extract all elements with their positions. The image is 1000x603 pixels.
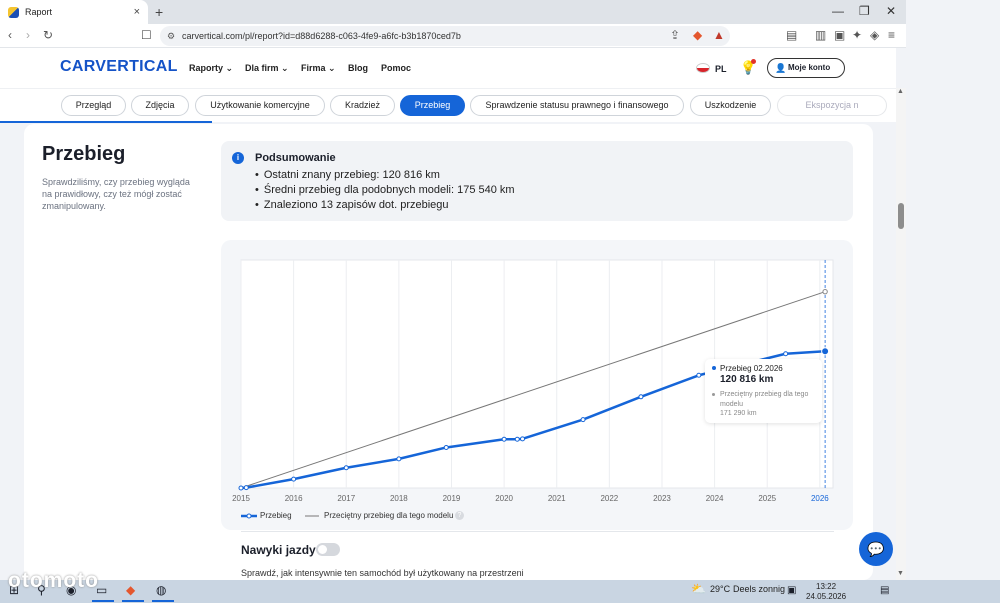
sidebar-icon[interactable]: ▥ <box>815 28 826 42</box>
user-icon: 👤 <box>775 63 787 73</box>
minimize-icon[interactable]: — <box>832 4 844 18</box>
back-icon[interactable]: ‹ <box>8 28 12 42</box>
summary-list: Ostatni znany przebieg: 120 816 km Średn… <box>255 168 515 213</box>
language-selector[interactable]: PL <box>715 64 727 74</box>
page-scrollbar[interactable]: ▲ ▼ <box>896 88 906 580</box>
section-description: Sprawdziliśmy, czy przebieg wygląda na p… <box>42 177 190 211</box>
wallet-icon[interactable]: ▣ <box>834 28 845 42</box>
tooltip-average-value: 171 290 km <box>720 410 757 417</box>
account-button[interactable]: 👤 Moje konto <box>767 58 845 78</box>
poland-flag-icon[interactable] <box>696 63 710 73</box>
tab-uszkodzenie[interactable]: Uszkodzenie <box>690 95 771 116</box>
reader-icon[interactable]: ▤ <box>786 28 797 42</box>
reading-progress-bar <box>0 121 212 123</box>
bookmark-icon[interactable]: ☐ <box>141 28 152 42</box>
menu-icon[interactable]: ≡ <box>888 28 895 42</box>
active-app-indicator <box>152 600 174 602</box>
driving-habits-toggle[interactable] <box>316 543 340 556</box>
tab-status-prawny[interactable]: Sprawdzenie statusu prawnego i finansowe… <box>470 95 684 116</box>
nav-pomoc[interactable]: Pomoc <box>381 63 411 73</box>
tooltip-average-dot <box>712 393 715 396</box>
brave-rewards-icon[interactable]: ▲ <box>713 28 725 42</box>
tooltip-date: Przebieg 02.2026 <box>720 364 783 373</box>
brave-shield-icon[interactable]: ◆ <box>693 28 702 42</box>
info-icon: i <box>232 152 244 164</box>
new-tab-button[interactable]: + <box>155 4 163 20</box>
otomoto-watermark: otomoto <box>8 569 99 592</box>
tooltip-mileage-dot <box>712 366 716 370</box>
carvertical-logo[interactable]: CARVERTICAL <box>60 58 178 76</box>
tab-ekspozycja[interactable]: Ekspozycja n <box>777 95 887 116</box>
scrollbar-thumb[interactable] <box>898 203 904 229</box>
legend-average: Przeciętny przebieg dla tego modelu <box>324 511 454 520</box>
address-bar[interactable]: ⚙ carvertical.com/pl/report?id=d88d6288-… <box>160 26 730 46</box>
browser-toolbar: ‹ › ↻ ☐ ⚙ carvertical.com/pl/report?id=d… <box>0 24 906 48</box>
tab-przeglad[interactable]: Przegląd <box>61 95 126 116</box>
scroll-up-icon[interactable]: ▲ <box>897 88 904 95</box>
temperature: 29°C <box>710 584 731 594</box>
tab-title: Raport <box>25 7 53 17</box>
forward-icon[interactable]: › <box>26 28 30 42</box>
vpn-icon[interactable]: ◈ <box>870 28 879 42</box>
weather-icon: ⛅ <box>691 582 706 596</box>
driving-habits-title: Nawyki jazdy <box>241 543 316 557</box>
clock-time: 13:22 <box>816 582 837 591</box>
close-window-icon[interactable]: ✕ <box>886 4 896 18</box>
brave-icon[interactable]: ◆ <box>126 583 135 597</box>
notification-dot <box>751 59 756 64</box>
maximize-icon[interactable]: ❐ <box>859 4 870 18</box>
extensions-icon[interactable]: ✦ <box>852 28 862 42</box>
browser-tabstrip: Raport × + — ❐ ✕ <box>0 0 906 24</box>
divider <box>241 531 834 532</box>
toggle-knob <box>318 545 327 554</box>
summary-title: Podsumowanie <box>255 152 336 164</box>
account-label: Moje konto <box>788 63 831 72</box>
tab-uzytkowanie-komercyjne[interactable]: Użytkowanie komercyjne <box>195 95 325 116</box>
help-icon[interactable]: ? <box>455 511 464 520</box>
driving-habits-description: Sprawdź, jak intensywnie ten samochód by… <box>241 568 524 578</box>
tab-przebieg[interactable]: Przebieg <box>400 95 465 116</box>
tab-zdjecia[interactable]: Zdjęcia <box>131 95 189 116</box>
close-tab-icon[interactable]: × <box>134 6 140 18</box>
summary-item: Ostatni znany przebieg: 120 816 km <box>255 168 515 183</box>
weather-text: Deels zonnig <box>733 584 786 594</box>
legend-average-swatch <box>305 515 319 517</box>
tooltip-average-label: Przeciętny przebieg dla tego modelu <box>720 391 809 408</box>
active-app-indicator <box>92 600 114 602</box>
scroll-down-icon[interactable]: ▼ <box>897 570 904 577</box>
system-clock[interactable]: 13:22 24.05.2026 <box>806 582 846 602</box>
legend-mileage-swatch <box>241 513 257 519</box>
chat-button[interactable]: 💬 <box>859 532 893 566</box>
section-tabs: Przegląd Zdjęcia Użytkowanie komercyjne … <box>0 88 896 122</box>
share-icon[interactable]: ⇪ <box>670 28 680 42</box>
tooltip-value: 120 816 km <box>720 374 774 385</box>
notification-center-icon[interactable]: ▤ <box>880 585 889 596</box>
windows-taskbar: ⊞ ⚲ ◉ ▭ ◆ ◍ ⛅ 29°C Deels zonnig ▣ 13:22 … <box>0 580 1000 603</box>
summary-item: Znaleziono 13 zapisów dot. przebiegu <box>255 198 515 213</box>
active-app-indicator <box>122 600 144 602</box>
clock-date: 24.05.2026 <box>806 592 847 601</box>
nav-dla-firm[interactable]: Dla firm ⌄ <box>245 63 289 74</box>
nav-blog[interactable]: Blog <box>348 63 368 73</box>
url-text: carvertical.com/pl/report?id=d88d6288-c0… <box>182 31 461 41</box>
site-info-icon[interactable]: ⚙ <box>167 26 175 46</box>
browser-tab[interactable]: Raport × <box>0 0 148 24</box>
reload-icon[interactable]: ↻ <box>43 28 53 42</box>
app-icon[interactable]: ◍ <box>156 583 166 597</box>
nav-firma[interactable]: Firma ⌄ <box>301 63 336 74</box>
tab-kradziez[interactable]: Kradzież <box>330 95 395 116</box>
legend-mileage: Przebieg <box>260 511 292 520</box>
site-header: CARVERTICAL Raporty ⌄ Dla firm ⌄ Firma ⌄… <box>0 48 896 88</box>
section-title: Przebieg <box>42 143 126 165</box>
nav-raporty[interactable]: Raporty ⌄ <box>189 63 233 74</box>
tray-icon[interactable]: ▣ <box>787 585 796 596</box>
chat-icon: 💬 <box>867 541 885 557</box>
summary-item: Średni przebieg dla podobnych modeli: 17… <box>255 183 515 198</box>
carvertical-favicon-icon <box>8 6 19 18</box>
